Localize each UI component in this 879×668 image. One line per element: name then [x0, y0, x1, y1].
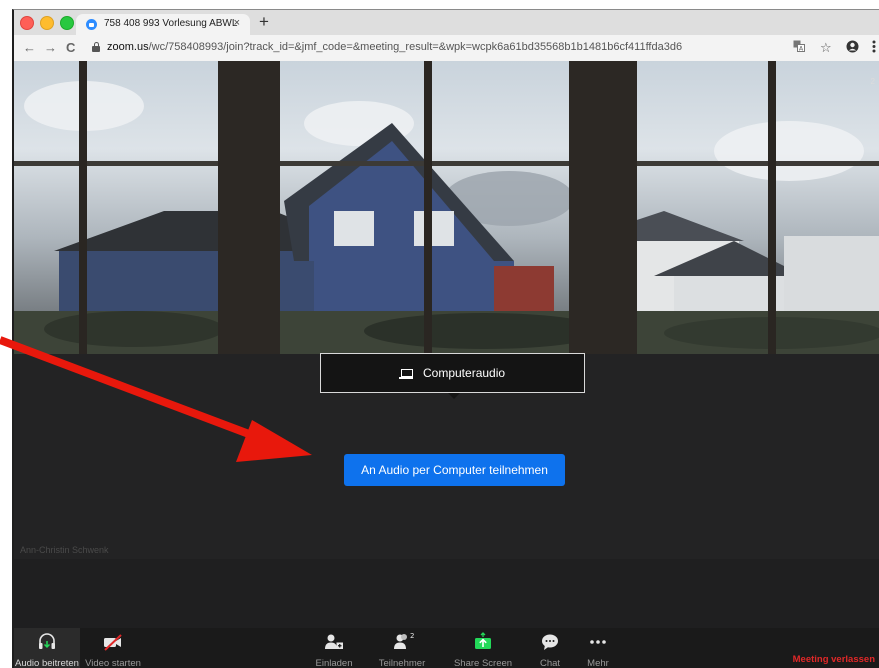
- houses-scene: [14, 123, 879, 354]
- tab-caret: [448, 393, 460, 399]
- toolbar-label: Share Screen: [453, 658, 513, 668]
- start-video-button[interactable]: Video starten: [82, 628, 144, 668]
- video-off-icon: [102, 632, 124, 657]
- window-frame: [218, 61, 280, 354]
- zoom-favicon-icon: [86, 19, 97, 30]
- join-audio-toolbar-button[interactable]: Audio beitreten: [14, 628, 80, 668]
- participant-name: Ann-Christin Schwenk: [20, 545, 109, 555]
- participants-icon: 2: [389, 632, 415, 657]
- video-feed: 2: [14, 61, 879, 354]
- invite-icon: [324, 632, 344, 657]
- maximize-window-button[interactable]: [60, 16, 74, 30]
- tab-close-icon[interactable]: ×: [234, 17, 240, 29]
- url-host: zoom.us: [107, 41, 149, 53]
- window-frame: [14, 161, 879, 166]
- window-frame: [424, 61, 432, 354]
- headphones-icon: [37, 632, 57, 657]
- chat-button[interactable]: Chat: [532, 628, 568, 668]
- tab-title: 758 408 993 Vorlesung ABWL: [104, 18, 238, 29]
- address-bar-row: ← → C zoom.us/wc/758408993/join?track_id…: [14, 35, 879, 62]
- laptop-icon: [399, 369, 413, 379]
- tab-bar: 758 408 993 Vorlesung ABWL × +: [14, 10, 879, 35]
- toolbar-label: Teilnehmer: [378, 658, 426, 668]
- toolbar-label: Chat: [539, 658, 561, 668]
- share-screen-icon: [473, 632, 493, 657]
- toolbar-label: Video starten: [85, 658, 141, 668]
- browser-window: 758 408 993 Vorlesung ABWL × + ← → C zoo…: [12, 9, 879, 668]
- join-audio-button[interactable]: An Audio per Computer teilnehmen: [344, 454, 565, 486]
- toolbar-label: Audio beitreten: [15, 658, 79, 668]
- computer-audio-label: Computeraudio: [423, 366, 506, 380]
- participants-button[interactable]: 2 Teilnehmer: [372, 628, 432, 668]
- url-field[interactable]: zoom.us/wc/758408993/join?track_id=&jmf_…: [107, 41, 682, 53]
- toolbar-label: Einladen: [315, 658, 353, 668]
- reload-button[interactable]: C: [66, 40, 75, 55]
- leave-meeting-button[interactable]: Meeting verlassen: [793, 654, 875, 665]
- window-frame: [569, 61, 637, 354]
- participant-count-badge: 2: [410, 632, 414, 640]
- invite-button[interactable]: Einladen: [310, 628, 358, 668]
- back-button[interactable]: ←: [23, 40, 36, 55]
- chat-icon: [540, 632, 560, 657]
- account-icon[interactable]: [846, 40, 859, 56]
- more-icon: [588, 632, 608, 657]
- forward-button[interactable]: →: [44, 40, 57, 55]
- window-frame: [79, 61, 87, 354]
- lock-icon: [92, 42, 100, 52]
- corner-text: 2: [870, 77, 875, 86]
- close-window-button[interactable]: [20, 16, 34, 30]
- url-path: /wc/758408993/join?track_id=&jmf_code=&m…: [148, 41, 683, 53]
- menu-icon[interactable]: [872, 40, 876, 56]
- share-screen-button[interactable]: Share Screen: [450, 628, 516, 668]
- translate-icon[interactable]: A: [793, 40, 805, 55]
- minimize-window-button[interactable]: [40, 16, 54, 30]
- new-tab-button[interactable]: +: [259, 12, 269, 32]
- meeting-background-lower: [14, 559, 879, 628]
- more-button[interactable]: Mehr: [584, 628, 612, 668]
- browser-tab[interactable]: 758 408 993 Vorlesung ABWL ×: [76, 14, 250, 35]
- computer-audio-tab[interactable]: Computeraudio: [320, 353, 585, 393]
- window-frame: [768, 61, 776, 354]
- toolbar-label: Mehr: [587, 658, 609, 668]
- meeting-toolbar: Audio beitreten Video starten Einladen 2…: [14, 628, 879, 668]
- star-icon[interactable]: ☆: [820, 40, 832, 56]
